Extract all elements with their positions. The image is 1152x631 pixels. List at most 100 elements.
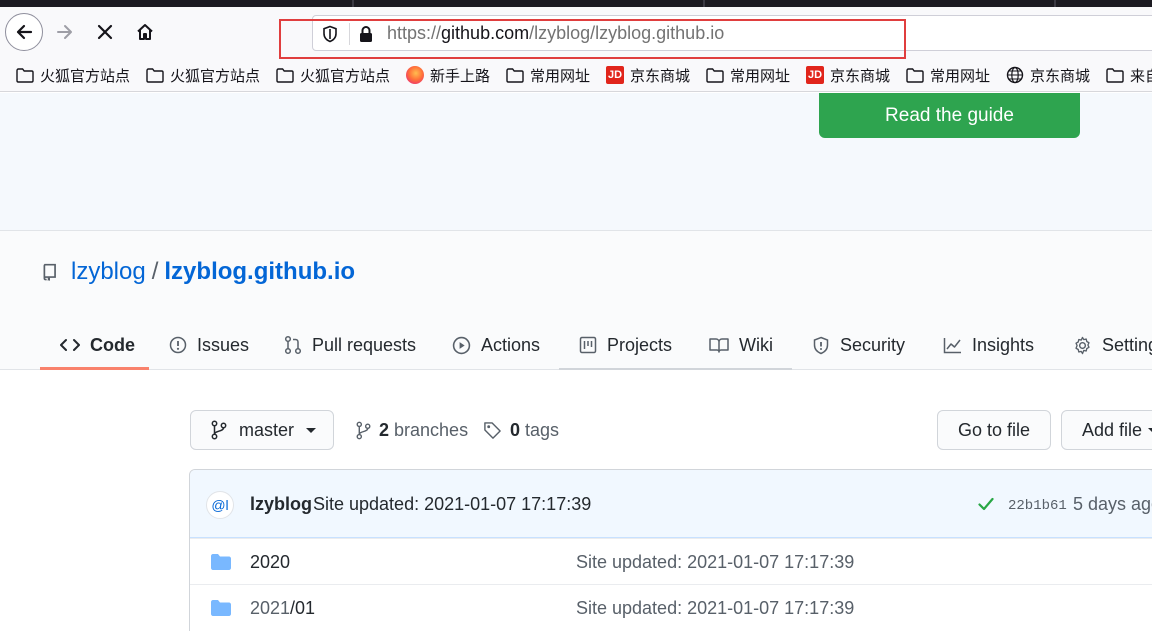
bookmark-item[interactable]: 常用网址 (706, 63, 790, 87)
url-host: github.com (441, 23, 530, 43)
file-name-main: 2021 (250, 598, 291, 618)
tab-security[interactable]: Security (812, 320, 905, 370)
file-name-suffix: /01 (290, 598, 316, 618)
avatar[interactable]: @l (206, 491, 234, 519)
home-button[interactable] (126, 13, 164, 51)
add-file-label: Add file (1082, 419, 1143, 440)
branch-select-button[interactable]: master (190, 410, 334, 450)
tab-insights[interactable]: Insights (943, 320, 1034, 370)
bookmarks-toolbar: 火狐官方站点 火狐官方站点 火狐官方站点 新手上路 常用网址 JD 京东商城 常用网址 JD 京东… (0, 59, 1152, 92)
bookmark-label: 常用网址 (730, 67, 791, 85)
tags-link[interactable]: 0 tags (483, 418, 559, 442)
project-icon (579, 336, 597, 354)
commit-author[interactable]: lzyblog (250, 494, 312, 515)
commit-message[interactable]: Site updated: 2021-01-07 17:17:39 (313, 494, 591, 515)
bookmark-label: 来自 (1130, 67, 1152, 85)
close-icon (97, 24, 113, 40)
folder-icon (276, 67, 294, 83)
table-row[interactable]: 2021/01 Site updated: 2021-01-07 17:17:3… (190, 584, 1152, 630)
tracking-shield-icon[interactable] (321, 25, 339, 48)
stop-button[interactable] (86, 13, 124, 51)
tab-projects[interactable]: Projects (579, 320, 672, 370)
tab-pull-requests-label: Pull requests (312, 334, 417, 355)
file-name[interactable]: 2020 (250, 552, 290, 573)
table-row[interactable]: 2020 Site updated: 2021-01-07 17:17:39 (190, 538, 1152, 584)
tab-divider (1054, 0, 1056, 7)
commit-time: 5 days ago (1073, 494, 1152, 514)
bookmark-label: 常用网址 (930, 67, 991, 85)
shield-icon (812, 336, 830, 355)
bookmark-item[interactable]: 常用网址 (506, 63, 590, 87)
check-icon[interactable] (978, 497, 994, 516)
back-button[interactable] (5, 13, 43, 51)
address-divider (349, 23, 350, 45)
latest-commit-bar: @l lzyblog Site updated: 2021-01-07 17:1… (190, 470, 1152, 538)
tab-group-divider (559, 368, 792, 370)
gear-icon (1073, 336, 1092, 355)
tag-icon (484, 421, 501, 439)
play-icon (452, 336, 471, 355)
tags-count: 0 (510, 419, 521, 440)
tab-divider (703, 0, 705, 7)
bookmark-item[interactable]: 新手上路 (406, 63, 490, 87)
file-commit-message[interactable]: Site updated: 2021-01-07 17:17:39 (576, 598, 854, 619)
forward-button[interactable] (46, 13, 84, 51)
bookmark-label: 常用网址 (530, 67, 591, 85)
bookmark-label: 火狐官方站点 (300, 67, 391, 85)
issue-icon (169, 336, 187, 354)
chevron-down-icon (1148, 427, 1152, 433)
commit-sha[interactable]: 22b1b61 (1008, 498, 1067, 514)
bookmark-item[interactable]: JD 京东商城 (606, 63, 690, 87)
branches-link[interactable]: 2 branches (356, 418, 468, 442)
jd-icon: JD (606, 66, 624, 84)
tab-code[interactable]: Code (60, 320, 135, 370)
branch-name: master (239, 419, 295, 440)
bookmark-label: 京东商城 (630, 67, 691, 85)
file-name[interactable]: 2021/01 (250, 598, 315, 619)
tab-pull-requests[interactable]: Pull requests (284, 320, 416, 370)
bookmark-item[interactable]: 来自 (1106, 63, 1152, 87)
address-bar[interactable]: https://github.com/lzyblog/lzyblog.githu… (312, 15, 1152, 51)
add-file-button[interactable]: Add file (1061, 410, 1152, 450)
repo-owner-link[interactable]: lzyblog (71, 258, 146, 286)
repo-name-link[interactable]: lzyblog.github.io (164, 258, 355, 286)
tab-code-label: Code (90, 334, 135, 355)
folder-icon (706, 67, 724, 83)
lock-icon[interactable] (358, 25, 374, 48)
tab-wiki[interactable]: Wiki (709, 320, 773, 370)
go-to-file-button[interactable]: Go to file (937, 410, 1051, 450)
folder-icon (210, 599, 232, 622)
folder-icon (16, 67, 34, 83)
bookmark-item[interactable]: 火狐官方站点 (146, 63, 260, 87)
repo-icon (43, 263, 56, 281)
bookmark-item[interactable]: 火狐官方站点 (16, 63, 130, 87)
code-icon (60, 337, 80, 353)
bookmark-item[interactable]: 火狐官方站点 (276, 63, 390, 87)
repo-path-separator: / (151, 258, 159, 285)
arrow-left-icon (16, 24, 33, 40)
url-prefix: https:// (387, 23, 442, 43)
tab-settings[interactable]: Settings (1073, 320, 1152, 370)
active-tab-indicator (40, 367, 149, 370)
bookmark-item[interactable]: JD 京东商城 (806, 63, 890, 87)
bookmark-label: 京东商城 (1030, 67, 1091, 85)
bookmark-item[interactable]: 京东商城 (1006, 63, 1090, 87)
tab-issues[interactable]: Issues (169, 320, 249, 370)
branches-count: 2 (379, 419, 390, 440)
read-guide-button[interactable]: Read the guide (819, 93, 1080, 138)
window-top-strip (0, 0, 1152, 7)
folder-icon (146, 67, 164, 83)
jd-badge: JD (806, 66, 824, 84)
url-text[interactable]: https://github.com/lzyblog/lzyblog.githu… (387, 23, 724, 44)
file-commit-message[interactable]: Site updated: 2021-01-07 17:17:39 (576, 552, 854, 573)
git-branch-icon (356, 421, 371, 439)
bookmark-label: 火狐官方站点 (170, 67, 261, 85)
bookmark-label: 新手上路 (430, 67, 491, 85)
tab-actions[interactable]: Actions (452, 320, 540, 370)
tab-security-label: Security (840, 334, 906, 355)
git-branch-icon (211, 420, 227, 440)
tab-settings-label: Settings (1102, 334, 1152, 355)
bookmark-item[interactable]: 常用网址 (906, 63, 990, 87)
tab-projects-label: Projects (607, 334, 673, 355)
jd-badge: JD (606, 66, 624, 84)
